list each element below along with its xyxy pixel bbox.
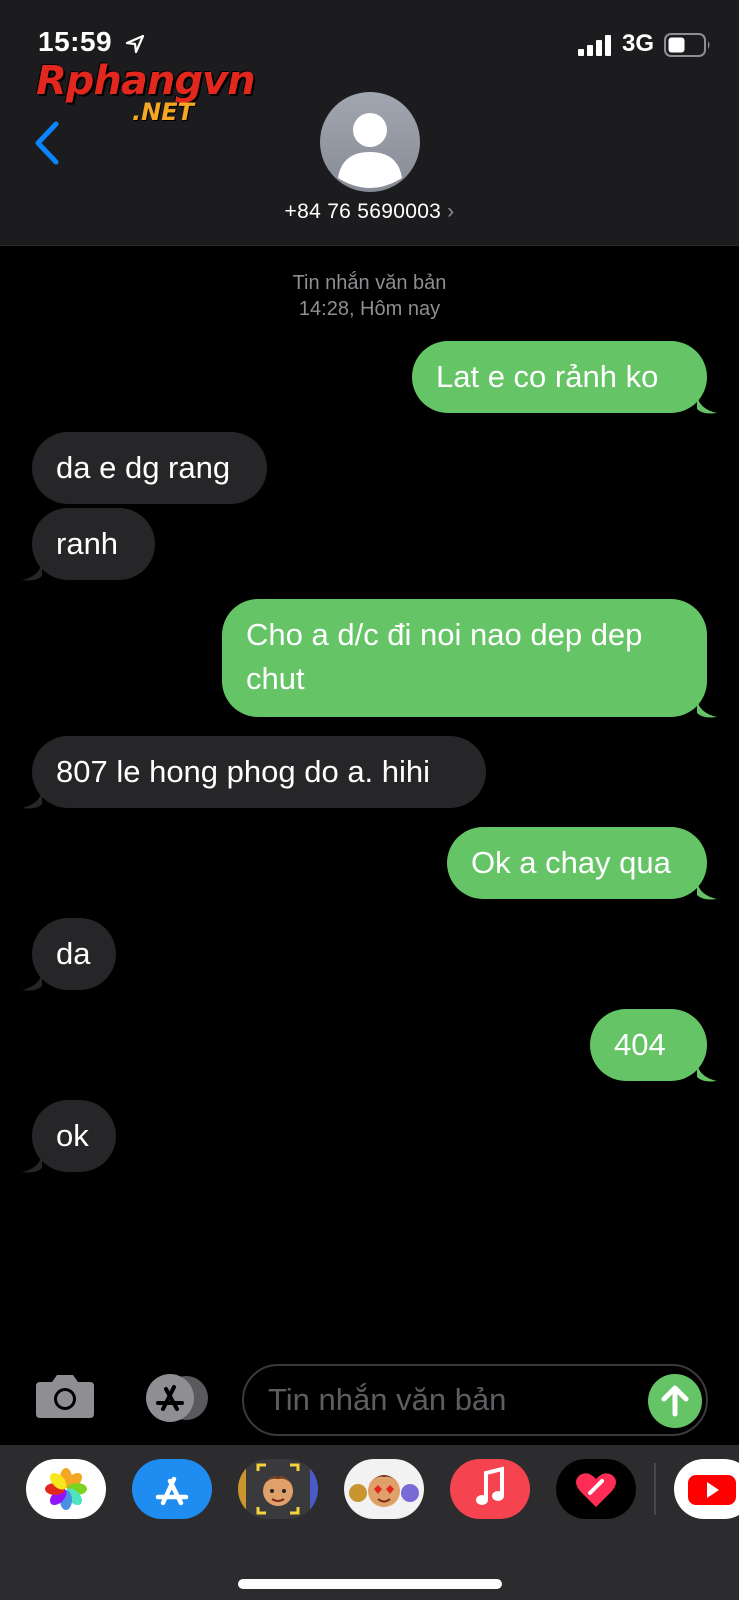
message-bubble-incoming[interactable]: ok bbox=[32, 1100, 116, 1172]
message-bubble-outgoing[interactable]: Ok a chay qua bbox=[447, 827, 707, 899]
chevron-right-icon: › bbox=[447, 200, 455, 223]
network-type: 3G bbox=[622, 30, 655, 57]
bubble-tail bbox=[22, 1154, 42, 1173]
message-text: Lat e co rảnh ko bbox=[436, 359, 659, 394]
cellular-signal-icon bbox=[578, 35, 611, 56]
arrow-up-icon bbox=[661, 1385, 689, 1417]
battery-icon bbox=[664, 33, 710, 57]
message-type-label: Tin nhắn văn bản bbox=[292, 272, 447, 294]
bubble-tail bbox=[22, 972, 42, 991]
message-bubble-incoming[interactable]: 807 le hong phog do a. hihi bbox=[32, 736, 486, 808]
contact-number-row[interactable]: +84 76 5690003 › bbox=[0, 200, 739, 224]
person-silhouette-icon bbox=[338, 113, 402, 188]
location-arrow-icon bbox=[125, 34, 145, 54]
watermark-logo: Rphangvn .NET bbox=[36, 58, 266, 128]
message-time-label: 14:28, Hôm nay bbox=[298, 298, 441, 320]
back-button[interactable] bbox=[28, 118, 68, 168]
bubble-tail bbox=[697, 881, 717, 900]
bubble-tail bbox=[22, 790, 42, 809]
message-bubble-outgoing[interactable]: 404 bbox=[590, 1009, 707, 1081]
message-bubble-outgoing[interactable]: Lat e co rảnh ko bbox=[412, 341, 707, 413]
memoji-stickers-icon[interactable] bbox=[344, 1459, 424, 1519]
message-input[interactable]: Tin nhắn văn bản bbox=[242, 1364, 708, 1436]
bubble-tail bbox=[22, 562, 42, 581]
message-text: 807 le hong phog do a. hihi bbox=[56, 754, 431, 789]
app-store-drawer-button[interactable] bbox=[138, 1373, 210, 1423]
message-text: ranh bbox=[56, 526, 119, 561]
music-icon[interactable] bbox=[450, 1459, 530, 1519]
message-text: Cho a d/c đi noi nao dep dep chut bbox=[246, 617, 643, 696]
memoji-camera-icon[interactable] bbox=[238, 1459, 318, 1519]
bubble-tail bbox=[697, 395, 717, 414]
drawer-divider bbox=[654, 1463, 656, 1515]
message-bubble-incoming[interactable]: da e dg rang bbox=[32, 432, 267, 504]
message-input-placeholder: Tin nhắn văn bản bbox=[268, 1382, 507, 1417]
message-text: da e dg rang bbox=[56, 450, 231, 485]
app-store-icon[interactable] bbox=[132, 1459, 212, 1519]
send-button[interactable] bbox=[648, 1374, 702, 1428]
message-text: Ok a chay qua bbox=[471, 845, 671, 880]
bubble-tail bbox=[697, 1063, 717, 1082]
message-bubble-incoming[interactable]: da bbox=[32, 918, 116, 990]
digital-touch-icon[interactable] bbox=[556, 1459, 636, 1519]
message-bubble-outgoing[interactable]: Cho a d/c đi noi nao dep dep chut bbox=[222, 599, 707, 717]
status-time: 15:59 bbox=[38, 26, 113, 57]
conversation-timestamp: Tin nhắn văn bản 14:28, Hôm nay bbox=[0, 270, 739, 322]
watermark-sub: .NET bbox=[132, 98, 194, 126]
message-text: da bbox=[56, 936, 91, 971]
bubble-tail bbox=[697, 699, 717, 718]
message-text: 404 bbox=[614, 1027, 666, 1062]
contact-number: +84 76 5690003 bbox=[284, 200, 442, 223]
imessage-app-drawer bbox=[0, 1445, 739, 1600]
home-indicator bbox=[238, 1579, 502, 1589]
contact-avatar[interactable] bbox=[320, 92, 420, 192]
message-text: ok bbox=[56, 1118, 89, 1153]
photos-icon[interactable] bbox=[26, 1459, 106, 1519]
messages-screen: 15:59 3G Rphangvn .NET +84 76 5690003 › … bbox=[0, 0, 739, 1600]
camera-button[interactable] bbox=[34, 1372, 96, 1420]
conversation-header: 15:59 3G Rphangvn .NET +84 76 5690003 › bbox=[0, 0, 739, 246]
message-bubble-incoming[interactable]: ranh bbox=[32, 508, 155, 580]
youtube-icon[interactable] bbox=[674, 1459, 739, 1519]
